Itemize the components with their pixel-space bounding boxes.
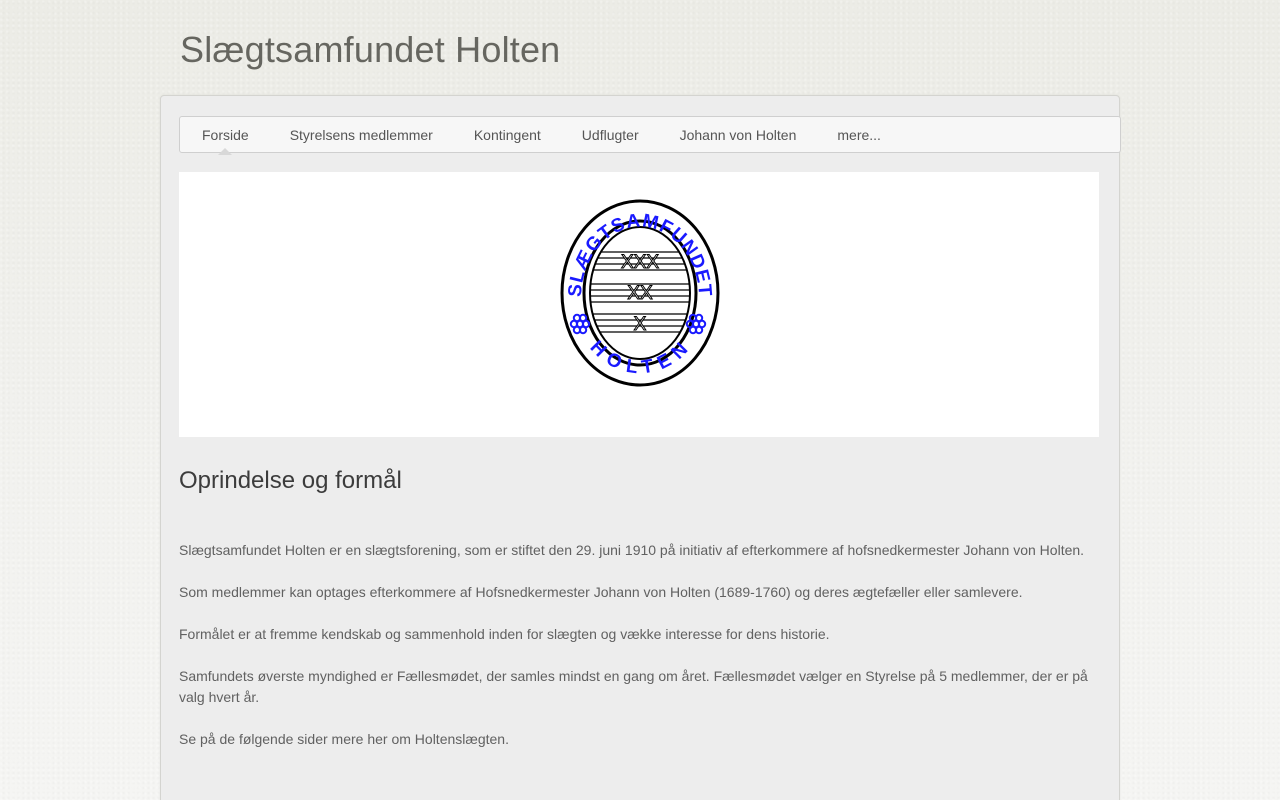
paragraph-governance: Samfundets øverste myndighed er Fællesmø… <box>179 668 1088 705</box>
header-banner: XXX XX X SLÆGTSAMFUNDET HOLTEN <box>179 172 1099 437</box>
paragraph-founding: Slægtsamfundet Holten er en slægtsforeni… <box>179 542 1085 558</box>
section-heading: Oprindelse og formål <box>179 467 402 494</box>
page-container: Forside Styrelsens medlemmer Kontingent … <box>160 95 1121 800</box>
paragraph-membership: Som medlemmer kan optages efterkommere a… <box>179 584 1023 600</box>
content-body: Slægtsamfundet Holten er en slægtsforeni… <box>179 540 1099 750</box>
crest-marks-row-3: X <box>634 314 647 335</box>
paragraph-more-info: Se på de følgende sider mere her om Holt… <box>179 731 509 747</box>
nav-item-johann-von-holten[interactable]: Johann von Holten <box>680 127 797 143</box>
paragraph-purpose: Formålet er at fremme kendskab og sammen… <box>179 626 830 642</box>
family-crest-logo: XXX XX X SLÆGTSAMFUNDET HOLTEN <box>560 199 720 387</box>
site-title[interactable]: Slægtsamfundet Holten <box>180 28 560 72</box>
nav-item-udflugter[interactable]: Udflugter <box>582 127 639 143</box>
nav-item-forside[interactable]: Forside <box>202 127 249 155</box>
crest-marks-row-2: XX <box>627 283 653 304</box>
nav-item-kontingent[interactable]: Kontingent <box>474 127 541 143</box>
main-navigation: Forside Styrelsens medlemmer Kontingent … <box>179 116 1121 155</box>
crest-marks-row-1: XXX <box>621 252 659 273</box>
main-content: Oprindelse og formål Slægtsamfundet Holt… <box>179 466 1099 771</box>
nav-item-styrelsens-medlemmer[interactable]: Styrelsens medlemmer <box>290 127 433 143</box>
nav-item-more[interactable]: mere... <box>837 127 881 143</box>
